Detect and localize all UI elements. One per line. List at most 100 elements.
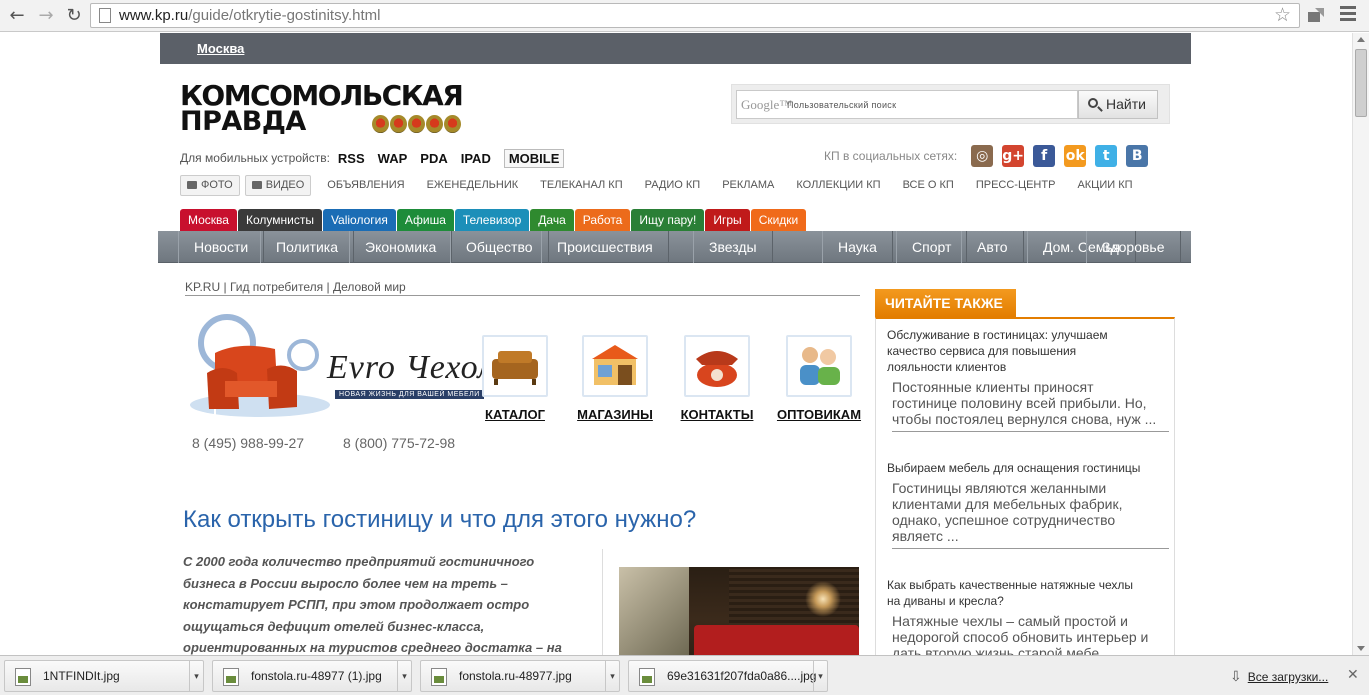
- scroll-down-icon[interactable]: [1357, 646, 1365, 651]
- reload-icon[interactable]: ↻: [63, 5, 85, 27]
- article-lead: С 2000 года количество предприятий гости…: [183, 554, 562, 655]
- search-input[interactable]: Google™ Пользовательский поиск: [736, 90, 1078, 119]
- browser-toolbar: ← → ↻ www.kp.ru/guide/otkrytie-gostinits…: [0, 0, 1369, 32]
- address-bar[interactable]: www.kp.ru/guide/otkrytie-gostinitsy.html…: [90, 3, 1300, 28]
- ad-catalog-label: КАТАЛОГ: [485, 407, 545, 422]
- site-logo[interactable]: КОМСОМОЛЬСКАЯ ПРАВДА: [180, 82, 470, 139]
- page-icon: [99, 8, 111, 23]
- read-also-item[interactable]: Обслуживание в гостиницах: улучшаем каче…: [887, 327, 1169, 432]
- nav-item[interactable]: Происшествия: [541, 231, 669, 263]
- mobile-wap[interactable]: WAP: [378, 151, 408, 166]
- camera-icon: [187, 181, 197, 189]
- color-tab[interactable]: Афиша: [396, 209, 454, 231]
- vkontakte-icon[interactable]: B: [1126, 145, 1149, 167]
- read-also-desc: Постоянные клиенты приносят гостинице по…: [892, 379, 1169, 432]
- close-shelf-icon[interactable]: ✕: [1347, 667, 1359, 683]
- nav-item[interactable]: Новости: [178, 231, 265, 263]
- section-promo[interactable]: АКЦИИ КП: [1077, 179, 1132, 191]
- main-navigation: Новости Политика Экономика Общество Происшес…: [158, 231, 1191, 263]
- section-weekly[interactable]: ЕЖЕНЕДЕЛЬНИК: [427, 179, 519, 191]
- ad-catalog-button[interactable]: КАТАЛОГ: [471, 335, 559, 422]
- ad-contacts-label: КОНТАКТЫ: [680, 407, 754, 422]
- download-item[interactable]: 1NTFINDIt.jpg ▾: [4, 660, 204, 692]
- vertical-scrollbar[interactable]: [1352, 33, 1369, 655]
- section-about[interactable]: ВСЕ О КП: [903, 179, 954, 191]
- read-also-title[interactable]: Как выбрать качественные натяжные чехлы …: [887, 577, 1169, 609]
- nav-item[interactable]: Авто: [961, 231, 1024, 263]
- menu-icon[interactable]: [1340, 6, 1356, 22]
- download-menu-icon[interactable]: ▾: [189, 661, 203, 691]
- mobile-ipad[interactable]: IPAD: [461, 151, 491, 166]
- mobile-mobile[interactable]: MOBILE: [503, 148, 565, 168]
- google-plus-icon[interactable]: g+: [1002, 145, 1025, 167]
- twitter-icon[interactable]: t: [1095, 145, 1118, 167]
- download-menu-icon[interactable]: ▾: [397, 661, 411, 691]
- download-item[interactable]: 69e31631f207fda0a86....jpg ▾: [628, 660, 828, 692]
- extension-icon[interactable]: [1306, 6, 1326, 24]
- color-tabs: Москва Колумнисты Valiология Афиша Телевизор…: [180, 209, 807, 231]
- nav-item[interactable]: Звезды: [693, 231, 773, 263]
- search-button[interactable]: Найти: [1078, 90, 1158, 119]
- color-tab[interactable]: Москва: [180, 209, 237, 231]
- download-menu-icon[interactable]: ▾: [605, 661, 619, 691]
- section-tv[interactable]: ТЕЛЕКАНАЛ КП: [540, 179, 622, 191]
- ad-contacts-button[interactable]: КОНТАКТЫ: [673, 335, 761, 422]
- forward-icon[interactable]: →: [35, 5, 57, 27]
- download-menu-icon[interactable]: ▾: [813, 661, 827, 691]
- read-also-box: Обслуживание в гостиницах: улучшаем каче…: [875, 317, 1175, 655]
- nav-item[interactable]: Здоровье: [1086, 231, 1181, 263]
- jpg-file-icon: [639, 668, 655, 686]
- photo-button[interactable]: ФОТО: [180, 174, 240, 196]
- all-downloads-link[interactable]: ⇩ Все загрузки...: [1230, 669, 1328, 685]
- color-tab[interactable]: Valiология: [322, 209, 396, 231]
- section-advertising[interactable]: РЕКЛАМА: [722, 179, 774, 191]
- download-item[interactable]: fonstola.ru-48977.jpg ▾: [420, 660, 620, 692]
- section-radio[interactable]: РАДИО КП: [645, 179, 701, 191]
- city-link[interactable]: Москва: [197, 41, 244, 56]
- color-tab[interactable]: Работа: [574, 209, 631, 231]
- mobile-label: Для мобильных устройств:: [180, 151, 330, 165]
- url-text: www.kp.ru/guide/otkrytie-gostinitsy.html: [119, 7, 381, 24]
- breadcrumb-guide[interactable]: Гид потребителя: [230, 280, 323, 294]
- mobile-rss[interactable]: RSS: [338, 151, 365, 166]
- nav-item[interactable]: Политика: [260, 231, 354, 263]
- color-tab[interactable]: Колумнисты: [237, 209, 322, 231]
- breadcrumb: KP.RU | Гид потребителя | Деловой мир: [185, 280, 860, 296]
- read-also-item[interactable]: Как выбрать качественные натяжные чехлы …: [887, 577, 1169, 655]
- scroll-up-icon[interactable]: [1357, 37, 1365, 42]
- color-tab[interactable]: Скидки: [750, 209, 807, 231]
- mobile-pda[interactable]: PDA: [420, 151, 447, 166]
- breadcrumb-kp[interactable]: KP.RU: [185, 280, 220, 294]
- bookmark-star-icon[interactable]: ☆: [1274, 4, 1291, 26]
- video-button[interactable]: ВИДЕО: [244, 174, 312, 196]
- nav-item[interactable]: Общество: [450, 231, 549, 263]
- read-also-item[interactable]: Выбираем мебель для оснащения гостиницы …: [887, 460, 1169, 549]
- read-also-desc: Гостиницы являются желанными клиентами д…: [892, 480, 1169, 549]
- nav-item[interactable]: Наука: [822, 231, 893, 263]
- color-tab[interactable]: Телевизор: [454, 209, 530, 231]
- ad-banner[interactable]: Evro Чехол НОВАЯ ЖИЗНЬ ДЛЯ ВАШЕЙ МЕБЕЛИ …: [185, 313, 863, 463]
- section-press[interactable]: ПРЕСС-ЦЕНТР: [976, 179, 1056, 191]
- armchair-image: [190, 314, 330, 417]
- scroll-thumb[interactable]: [1355, 49, 1367, 117]
- color-tab[interactable]: Игры: [705, 209, 750, 231]
- section-ads[interactable]: ОБЪЯВЛЕНИЯ: [327, 179, 404, 191]
- ad-wholesale-button[interactable]: ОПТОВИКАМ: [775, 335, 863, 422]
- color-tab[interactable]: Ищу пару!: [631, 209, 705, 231]
- download-filename: 1NTFINDIt.jpg: [43, 669, 120, 683]
- download-item[interactable]: fonstola.ru-48977 (1).jpg ▾: [212, 660, 412, 692]
- read-also-caption: ЧИТАЙТЕ ТАКЖЕ: [875, 289, 1016, 317]
- read-also-title[interactable]: Выбираем мебель для оснащения гостиницы: [887, 460, 1169, 476]
- shop-icon: [582, 335, 648, 397]
- nav-item[interactable]: Спорт: [896, 231, 968, 263]
- read-also-title[interactable]: Обслуживание в гостиницах: улучшаем каче…: [887, 327, 1169, 375]
- back-icon[interactable]: ←: [6, 5, 28, 27]
- section-collections[interactable]: КОЛЛЕКЦИИ КП: [796, 179, 880, 191]
- breadcrumb-business[interactable]: Деловой мир: [333, 280, 406, 294]
- instagram-icon[interactable]: ◎: [971, 145, 994, 167]
- color-tab[interactable]: Дача: [530, 209, 574, 231]
- ad-shops-button[interactable]: МАГАЗИНЫ: [571, 335, 659, 422]
- nav-item[interactable]: Экономика: [349, 231, 453, 263]
- odnoklassniki-icon[interactable]: ok: [1064, 145, 1087, 167]
- facebook-icon[interactable]: f: [1033, 145, 1056, 167]
